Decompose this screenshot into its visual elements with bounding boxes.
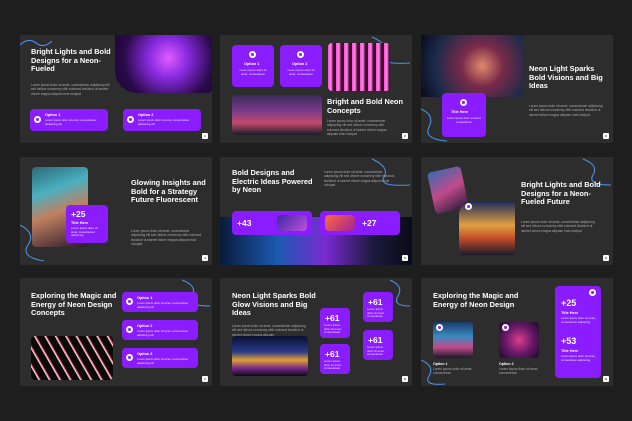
slide-title: Neon Light Sparks Bold Visions and Big I…: [529, 64, 603, 91]
slide-thumbnail-5[interactable]: Bold Designs and Electric Ideas Powered …: [220, 157, 412, 265]
neon-lines-photo: [31, 336, 113, 380]
slide-thumbnail-2[interactable]: Option 1 Lorem ipsum dolor sit amet, con…: [220, 35, 412, 143]
photo-1-icon: [436, 324, 443, 331]
slide-body-text: Lorem ipsum dolor sit amet, consectetuer…: [232, 324, 306, 337]
stat-thumbnail: [277, 215, 307, 231]
option-2-icon: [126, 326, 133, 333]
option-card[interactable]: Option 2 Lorem ipsum dolor sit amet, con…: [122, 320, 198, 340]
stat-card[interactable]: +61 Lorem ipsum dolor sit amet, consecte…: [320, 344, 350, 374]
slide-title: Neon Light Sparks Bold Glow Visions and …: [232, 291, 316, 318]
photo-2-icon: [502, 324, 509, 331]
city-street-photo: [232, 95, 322, 135]
photo-badge-icon: [465, 203, 472, 210]
page-number: 5: [402, 255, 408, 261]
slide-title: Glowing Insights and Bold for a Strategy…: [131, 178, 206, 205]
option-card[interactable]: Option 2 Lorem ipsum dolor sit amet, con…: [280, 45, 322, 87]
slide-body-text: Lorem ipsum dolor sit amet, consectetuer…: [324, 170, 395, 187]
stat-card[interactable]: +61 Lorem ipsum dolor sit amet, consecte…: [320, 308, 350, 338]
option-card[interactable]: Option 3 Lorem ipsum dolor sit amet, con…: [122, 348, 198, 368]
slide-thumbnail-7[interactable]: Exploring the Magic and Energy of Neon D…: [20, 278, 212, 386]
slide-body-text: Lorem ipsum dolor sit amet, consectetuer…: [529, 104, 603, 117]
option-card[interactable]: Option 1 Lorem ipsum dolor sit amet, con…: [232, 45, 274, 87]
slide-title: Bold Designs and Electric Ideas Powered …: [232, 168, 313, 195]
slide-thumbnail-4[interactable]: +25 Title Here Lorem ipsum dolor sit ame…: [20, 157, 212, 265]
stat-card[interactable]: +25 Title Here Lorem ipsum dolor sit ame…: [66, 205, 108, 243]
page-number: 8: [402, 376, 408, 382]
stats-panel[interactable]: +25 Title Here Lorem ipsum dolor sit ame…: [555, 286, 601, 378]
page-number: 7: [202, 376, 208, 382]
page-number: 9: [603, 376, 609, 382]
option-1-icon: [126, 298, 133, 305]
title-card[interactable]: Title Here Lorem ipsum dolor sit amet, c…: [442, 93, 486, 137]
option-card[interactable]: Option 1 Lorem ipsum dolor sit amet, con…: [30, 109, 108, 131]
option-card[interactable]: Option 1 Lorem ipsum dolor sit amet, con…: [122, 292, 198, 312]
slide-thumbnail-3[interactable]: Title Here Lorem ipsum dolor sit amet, c…: [421, 35, 613, 143]
city-lights-photo: [232, 336, 308, 376]
slide-title: Bright Lights and Bold Designs for a Neo…: [521, 180, 601, 207]
page-number: 2: [402, 133, 408, 139]
neon-tubes-photo: [328, 43, 390, 91]
slide-body-text: Lorem ipsum dolor sit amet, consectetuer…: [327, 119, 387, 136]
page-number: 6: [603, 255, 609, 261]
page-number: 3: [603, 133, 609, 139]
panel-badge-icon: [589, 289, 596, 296]
slide-thumbnail-9[interactable]: Exploring the Magic and Energy of Neon D…: [421, 278, 613, 386]
slide-title: Exploring the Magic and Energy of Neon D…: [433, 291, 519, 309]
option-1-icon: [249, 51, 256, 58]
slide-body-text: Lorem ipsum dolor sit amet, consectetuer…: [131, 229, 202, 246]
slide-thumbnail-8[interactable]: Neon Light Sparks Bold Glow Visions and …: [220, 278, 412, 386]
stat-card[interactable]: +61 Lorem ipsum dolor sit amet, consecte…: [363, 292, 393, 322]
option-2-icon: [127, 116, 134, 123]
page-number: 1: [202, 133, 208, 139]
page-number: 4: [202, 255, 208, 261]
card-icon: [460, 99, 467, 106]
slide-thumbnail-1[interactable]: Bright Lights and Bold Designs for a Neo…: [20, 35, 212, 143]
stat-card[interactable]: +43: [232, 211, 312, 235]
option-card[interactable]: Option 2 Lorem ipsum dolor sit amet, con…: [123, 109, 201, 131]
stat-card[interactable]: +27: [320, 211, 400, 235]
slide-body-text: Lorem ipsum dolor sit amet, consectetuer…: [31, 83, 110, 96]
concert-photo: [115, 35, 212, 93]
stat-thumbnail: [325, 215, 355, 231]
woman-portrait-photo: [421, 35, 523, 97]
slide-title: Bright Lights and Bold Designs for a Neo…: [31, 47, 111, 74]
slide-thumbnail-6[interactable]: Bright Lights and Bold Designs for a Neo…: [421, 157, 613, 265]
option-2-icon: [297, 51, 304, 58]
stat-card[interactable]: +61 Lorem ipsum dolor sit amet, consecte…: [363, 330, 393, 360]
option-1-icon: [34, 116, 41, 123]
option-3-icon: [126, 354, 133, 361]
slide-title: Bright and Bold Neon Concepts: [327, 97, 403, 115]
slide-body-text: Lorem ipsum dolor sit amet, consectetuer…: [521, 220, 595, 233]
slide-title: Exploring the Magic and Energy of Neon D…: [31, 291, 117, 318]
